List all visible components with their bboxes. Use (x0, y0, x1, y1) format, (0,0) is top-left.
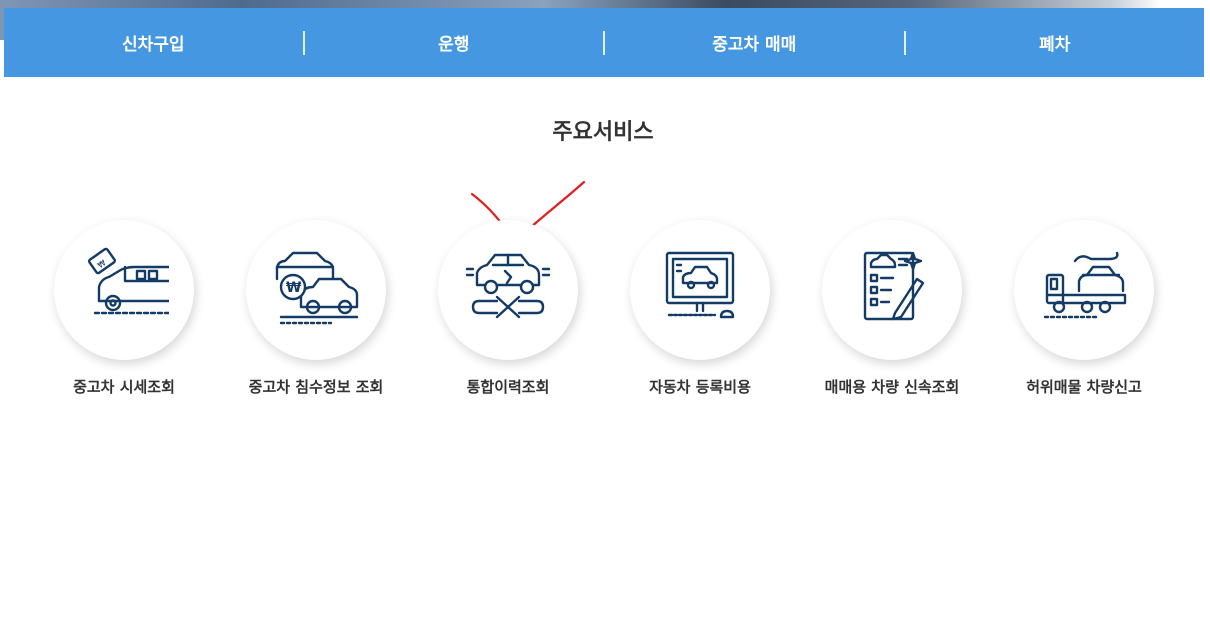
service-label: 자동차 등록비용 (649, 378, 751, 396)
svg-text:₩: ₩ (286, 280, 302, 296)
service-label: 중고차 시세조회 (73, 378, 175, 396)
service-label: 매매용 차량 신속조회 (824, 378, 960, 396)
service-icon-circle: ₩ (246, 220, 386, 360)
section-title: 주요서비스 (552, 120, 654, 145)
flood-cars-won-icon: ₩ (275, 251, 359, 325)
main-nav: 신차구입 운행 중고차 매매 폐차 (4, 8, 1204, 77)
nav-item-scrap[interactable]: 폐차 (906, 8, 1205, 77)
service-icon-circle (1014, 220, 1154, 360)
service-quick-lookup[interactable]: 매매용 차량 신속조회 (796, 220, 988, 410)
nav-item-driving[interactable]: 운행 (305, 8, 604, 77)
service-icon-circle: ₩ (54, 220, 194, 360)
service-label: 통합이력조회 (466, 378, 550, 396)
service-flood-info[interactable]: ₩ 중고차 침수정보 조회 (220, 220, 412, 410)
nav-item-new-car[interactable]: 신차구입 (4, 8, 303, 77)
service-false-listing-report[interactable]: 허위매물 차량신고 (988, 220, 1180, 410)
service-label: 중고차 침수정보 조회 (248, 378, 384, 396)
service-registration-cost[interactable]: 자동차 등록비용 (604, 220, 796, 410)
nav-item-used-car-trade[interactable]: 중고차 매매 (605, 8, 904, 77)
service-integrated-history[interactable]: 통합이력조회 (412, 220, 604, 410)
car-repair-wrench-icon (465, 253, 551, 319)
document-checklist-icon (863, 251, 925, 321)
service-icon-circle (438, 220, 578, 360)
service-icon-circle (630, 220, 770, 360)
car-price-tag-icon: ₩ (87, 247, 169, 315)
service-used-car-price[interactable]: ₩ 중고차 시세조회 (28, 220, 220, 410)
tow-truck-icon (1043, 251, 1127, 319)
service-icon-circle (822, 220, 962, 360)
services-list: ₩ 중고차 시세조회 ₩ 중고차 침수정보 조회 통합이력조회 자동차 등록비용… (28, 220, 1180, 410)
monitor-car-icon (665, 251, 735, 319)
service-label: 허위매물 차량신고 (1026, 378, 1142, 396)
